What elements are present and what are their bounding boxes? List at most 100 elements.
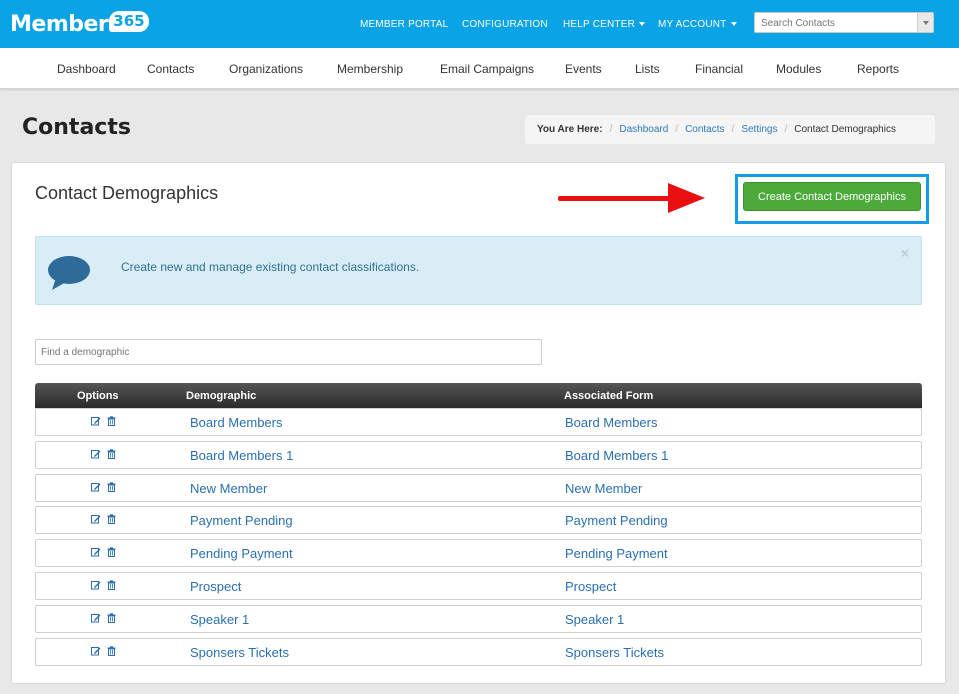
breadcrumb-label: You Are Here:	[537, 124, 603, 135]
nav-member-portal-label: MEMBER PORTAL	[360, 18, 449, 30]
edit-icon[interactable]	[91, 449, 101, 459]
trash-icon[interactable]	[107, 645, 116, 656]
menu-membership[interactable]: Membership	[337, 62, 403, 76]
search-contacts	[754, 12, 934, 33]
annotation-arrow-shaft	[558, 196, 676, 201]
chevron-down-icon	[923, 21, 929, 25]
header-demographic: Demographic	[186, 390, 257, 402]
associated-form-link[interactable]: Prospect	[565, 579, 616, 594]
search-contacts-input[interactable]	[755, 14, 913, 33]
row-options	[91, 645, 116, 656]
menu-organizations[interactable]: Organizations	[229, 62, 303, 76]
associated-form-link[interactable]: Payment Pending	[565, 513, 668, 528]
nav-help-center[interactable]: HELP CENTER	[563, 0, 646, 48]
main-menu: Dashboard Contacts Organizations Members…	[0, 48, 959, 89]
header-associated-form: Associated Form	[564, 390, 654, 402]
nav-member-portal[interactable]: MEMBER PORTAL	[360, 0, 448, 48]
trash-icon[interactable]	[107, 580, 116, 590]
header-options: Options	[77, 390, 119, 402]
edit-icon[interactable]	[91, 613, 101, 623]
row-options	[91, 580, 116, 590]
nav-my-account-label: MY ACCOUNT	[658, 18, 727, 30]
associated-form-link[interactable]: Board Members	[565, 415, 657, 430]
associated-form-link[interactable]: Board Members 1	[565, 448, 668, 463]
breadcrumb-current: Contact Demographics	[794, 124, 896, 135]
nav-my-account[interactable]: MY ACCOUNT	[658, 0, 737, 48]
trash-icon[interactable]	[107, 416, 116, 426]
member365-logo[interactable]: Member 365	[10, 10, 149, 38]
demographics-panel: Contact Demographics Create Contact Demo…	[11, 162, 946, 684]
close-icon[interactable]: ×	[901, 245, 909, 261]
table-row: Speaker 1 Speaker 1	[35, 604, 922, 633]
table-row: Prospect Prospect	[35, 572, 922, 600]
speech-bubble-icon	[48, 256, 90, 290]
menu-dashboard[interactable]: Dashboard	[57, 62, 116, 76]
table-row: New Member New Member	[35, 473, 922, 502]
associated-form-link[interactable]: Pending Payment	[565, 546, 668, 561]
trash-icon[interactable]	[107, 613, 116, 623]
breadcrumb-contacts[interactable]: Contacts	[685, 124, 724, 135]
trash-icon[interactable]	[107, 449, 116, 459]
edit-icon[interactable]	[91, 514, 101, 524]
demographic-link[interactable]: Pending Payment	[190, 546, 293, 561]
table-header: Options Demographic Associated Form	[35, 383, 922, 408]
find-demographic-input[interactable]	[36, 340, 541, 364]
search-dropdown-button[interactable]	[917, 13, 933, 32]
table-row: Board Members 1 Board Members 1	[35, 440, 922, 469]
row-options	[91, 547, 116, 558]
edit-icon[interactable]	[91, 416, 101, 426]
edit-icon[interactable]	[91, 547, 101, 557]
breadcrumb: You Are Here: / Dashboard / Contacts / S…	[525, 115, 935, 144]
table-row: Board Members Board Members	[35, 408, 922, 436]
annotation-arrow-head	[668, 183, 705, 213]
demographic-link[interactable]: Board Members	[190, 415, 282, 430]
trash-icon[interactable]	[107, 481, 116, 492]
trash-icon[interactable]	[107, 514, 116, 525]
menu-reports[interactable]: Reports	[857, 62, 899, 76]
associated-form-link[interactable]: Speaker 1	[565, 612, 624, 627]
find-demographic	[35, 339, 542, 365]
logo-badge: 365	[109, 10, 149, 32]
demographic-link[interactable]: Board Members 1	[190, 448, 293, 463]
menu-modules[interactable]: Modules	[776, 62, 821, 76]
breadcrumb-settings[interactable]: Settings	[741, 124, 777, 135]
row-options	[91, 613, 116, 623]
breadcrumb-separator: /	[784, 124, 788, 135]
edit-icon[interactable]	[91, 580, 101, 590]
associated-form-link[interactable]: New Member	[565, 481, 642, 496]
top-bar: Member 365 MEMBER PORTAL CONFIGURATION H…	[0, 0, 959, 48]
demographic-link[interactable]: Payment Pending	[190, 513, 293, 528]
nav-configuration-label: CONFIGURATION	[462, 18, 548, 30]
table-row: Pending Payment Pending Payment	[35, 539, 922, 568]
page-title: Contacts	[22, 115, 131, 140]
table-row: Payment Pending Payment Pending	[35, 506, 922, 535]
menu-events[interactable]: Events	[565, 62, 602, 76]
panel-title: Contact Demographics	[35, 183, 219, 203]
menu-email-campaigns[interactable]: Email Campaigns	[440, 62, 534, 76]
edit-icon[interactable]	[91, 646, 101, 656]
chevron-down-icon	[730, 22, 737, 26]
row-options	[91, 481, 116, 492]
nav-configuration[interactable]: CONFIGURATION	[462, 0, 548, 48]
demographic-link[interactable]: Prospect	[190, 579, 241, 594]
nav-help-center-label: HELP CENTER	[563, 18, 636, 30]
menu-financial[interactable]: Financial	[695, 62, 743, 76]
demographic-link[interactable]: Speaker 1	[190, 612, 249, 627]
menu-lists[interactable]: Lists	[635, 62, 660, 76]
info-alert: Create new and manage existing contact c…	[35, 236, 922, 305]
row-options	[91, 416, 116, 426]
chevron-down-icon	[639, 22, 646, 26]
breadcrumb-dashboard[interactable]: Dashboard	[619, 124, 668, 135]
menu-contacts[interactable]: Contacts	[147, 62, 194, 76]
edit-icon[interactable]	[91, 482, 101, 492]
demographic-link[interactable]: New Member	[190, 481, 267, 496]
breadcrumb-separator: /	[731, 124, 735, 135]
breadcrumb-separator: /	[609, 124, 613, 135]
create-contact-demographics-button[interactable]: Create Contact Demographics	[743, 182, 921, 211]
logo-text: Member	[10, 11, 109, 37]
row-options	[91, 449, 116, 459]
demographic-link[interactable]: Sponsers Tickets	[190, 645, 289, 660]
associated-form-link[interactable]: Sponsers Tickets	[565, 645, 664, 660]
row-options	[91, 514, 116, 525]
trash-icon[interactable]	[107, 547, 116, 558]
